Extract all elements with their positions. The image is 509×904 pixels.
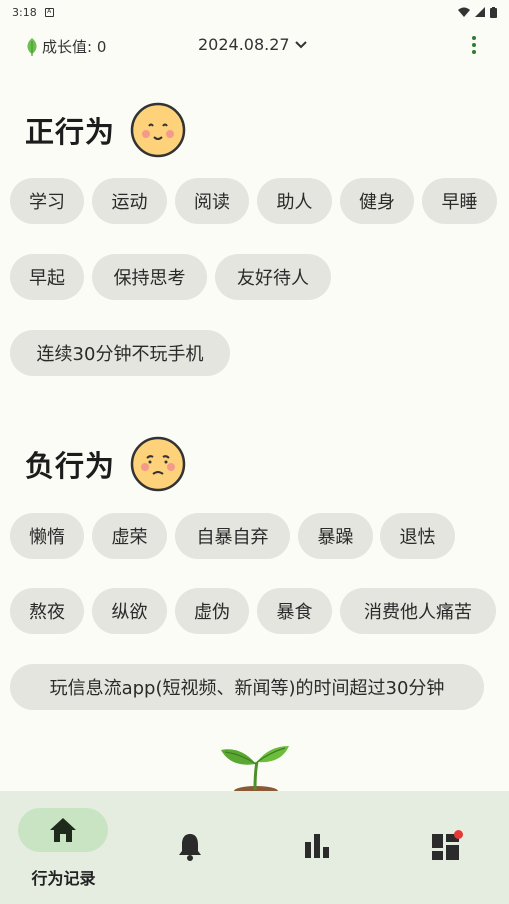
positive-section-title: 正行为 [25, 101, 187, 159]
negative-chip[interactable]: 暴躁 [298, 513, 373, 559]
negative-chip[interactable]: 消费他人痛苦 [340, 588, 496, 634]
nav-active-indicator [18, 808, 108, 852]
positive-chip[interactable]: 友好待人 [215, 254, 331, 300]
signal-icon [475, 7, 485, 17]
negative-chip[interactable]: 自暴自弃 [175, 513, 290, 559]
date-selector[interactable]: 2024.08.27 [198, 35, 307, 54]
negative-title: 负行为 [25, 449, 116, 483]
negative-chip[interactable]: 懒惰 [10, 513, 84, 559]
positive-chip[interactable]: 健身 [340, 178, 414, 224]
positive-chip[interactable]: 学习 [10, 178, 84, 224]
smiling-face-icon [130, 102, 186, 158]
nav-item-dashboard[interactable] [381, 791, 508, 904]
sprout-illustration [221, 746, 289, 792]
status-bar: 3:18 A [0, 0, 509, 24]
positive-chip[interactable]: 保持思考 [92, 254, 207, 300]
bar-chart-icon [305, 834, 329, 858]
notification-badge [454, 830, 463, 839]
positive-chip[interactable]: 阅读 [175, 178, 249, 224]
home-icon [50, 818, 76, 842]
positive-chip[interactable]: 运动 [92, 178, 167, 224]
negative-section-title: 负行为 [25, 435, 187, 493]
positive-chip[interactable]: 早睡 [422, 178, 497, 224]
more-vert-icon[interactable] [466, 34, 482, 56]
negative-chip[interactable]: 虚荣 [92, 513, 167, 559]
negative-chip[interactable]: 玩信息流app(短视频、新闻等)的时间超过30分钟 [10, 664, 484, 710]
nav-item-statistics[interactable] [254, 791, 381, 904]
negative-chip[interactable]: 退怯 [380, 513, 455, 559]
positive-chip[interactable]: 连续30分钟不玩手机 [10, 330, 230, 376]
battery-icon [490, 6, 497, 18]
growth-label: 成长值: 0 [42, 38, 107, 56]
positive-title: 正行为 [25, 115, 116, 149]
leaf-icon [27, 37, 37, 56]
top-bar: 成长值: 0 2024.08.27 [0, 28, 509, 62]
negative-chip[interactable]: 虚伪 [175, 588, 249, 634]
negative-chip[interactable]: 纵欲 [92, 588, 167, 634]
wifi-icon [458, 7, 470, 17]
sad-face-icon [130, 436, 186, 492]
bell-icon [179, 834, 201, 861]
growth-value: 成长值: 0 [26, 36, 106, 57]
notification-icon: A [44, 7, 54, 17]
chevron-down-icon [294, 40, 307, 48]
positive-chip[interactable]: 助人 [257, 178, 332, 224]
nav-label-records: 行为记录 [31, 869, 96, 888]
nav-item-records[interactable]: 行为记录 [0, 791, 127, 904]
negative-chip[interactable]: 暴食 [257, 588, 332, 634]
positive-chip[interactable]: 早起 [10, 254, 84, 300]
status-time: 3:18 [12, 5, 37, 19]
bottom-navigation: 行为记录 [0, 791, 509, 904]
negative-chip[interactable]: 熬夜 [10, 588, 84, 634]
nav-item-notifications[interactable] [127, 791, 254, 904]
date-label: 2024.08.27 [198, 35, 290, 54]
